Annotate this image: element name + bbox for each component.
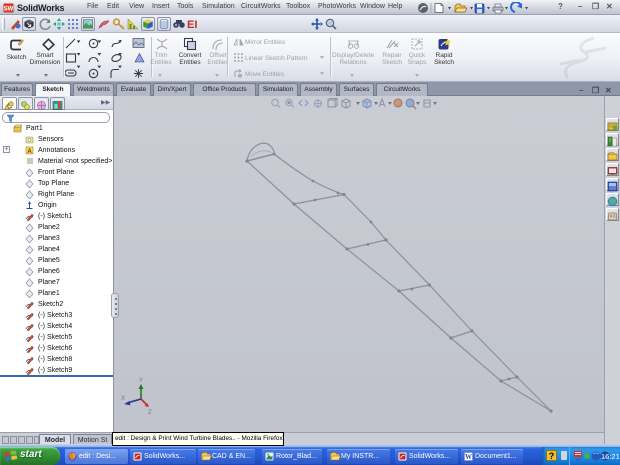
svg-text:EI: EI bbox=[187, 19, 197, 31]
svg-text:Z: Z bbox=[148, 410, 152, 416]
svg-text:X: X bbox=[121, 396, 125, 402]
svg-text:SW: SW bbox=[4, 7, 14, 13]
svg-text:W: W bbox=[465, 453, 472, 461]
svg-text:Y: Y bbox=[139, 378, 143, 384]
